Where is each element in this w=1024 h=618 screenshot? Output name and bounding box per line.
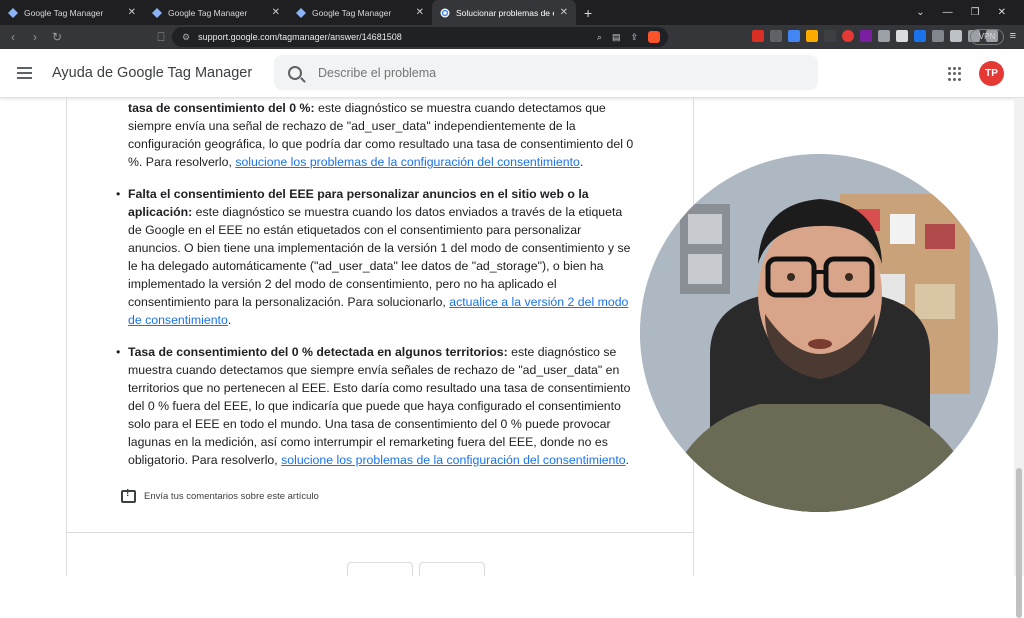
help-center-title[interactable]: Ayuda de Google Tag Manager	[52, 65, 252, 81]
close-icon[interactable]: ✕	[272, 7, 280, 18]
minimize-icon[interactable]: —	[943, 7, 953, 18]
extension-icon[interactable]	[842, 30, 854, 42]
tab-title: Google Tag Manager	[24, 7, 104, 18]
maximize-icon[interactable]: ❐	[971, 7, 980, 18]
tab-title: Solucionar problemas de etiqu	[456, 7, 554, 18]
window-controls: ⌄ — ❐ ✕	[916, 0, 1024, 25]
extension-icon[interactable]	[896, 30, 908, 42]
bookmark-icon[interactable]: ⎕	[150, 30, 172, 45]
yes-button[interactable]	[347, 562, 413, 576]
extension-icon[interactable]	[770, 30, 782, 42]
browser-tab-active[interactable]: Solucionar problemas de etiqu ✕	[432, 0, 576, 25]
punctuation: .	[227, 313, 232, 327]
article-container: tasa de consentimiento del 0 %: este dia…	[66, 98, 694, 576]
gtm-favicon-icon	[152, 7, 162, 18]
close-window-icon[interactable]: ✕	[998, 7, 1006, 18]
presenter-video-image	[640, 154, 998, 512]
scrollbar-thumb[interactable]	[1016, 468, 1022, 618]
browser-tab[interactable]: Google Tag Manager ✕	[288, 0, 432, 25]
new-tab-icon[interactable]: +	[584, 5, 592, 21]
feedback-label: Envía tus comentarios sobre este artícul…	[144, 491, 319, 502]
extension-icon[interactable]	[806, 30, 818, 42]
address-bar[interactable]: ⚙ support.google.com/tagmanager/answer/1…	[172, 27, 668, 47]
reload-icon[interactable]: ↻	[46, 30, 68, 44]
gtm-favicon-icon	[8, 7, 18, 18]
back-icon[interactable]: ‹	[2, 30, 24, 44]
avatar[interactable]: TP	[979, 61, 1004, 86]
extensions-bar	[752, 30, 998, 42]
extension-icon[interactable]	[824, 30, 836, 42]
feedback-link[interactable]: Envía tus comentarios sobre este artícul…	[121, 488, 319, 503]
search-input[interactable]	[318, 65, 718, 80]
extension-icon[interactable]	[752, 30, 764, 42]
gtm-favicon-icon	[296, 7, 306, 18]
google-favicon-icon	[440, 8, 450, 18]
list-item: Falta el consentimiento del EEE para per…	[116, 185, 637, 329]
site-settings-icon[interactable]: ⚙	[182, 32, 190, 43]
divider	[67, 532, 693, 533]
menu-dots-icon[interactable]: ≡	[1010, 30, 1016, 42]
diagnostic-text: este diagnóstico se muestra cuando los d…	[128, 205, 631, 309]
feedback-icon	[121, 488, 136, 503]
tab-title: Google Tag Manager	[312, 7, 392, 18]
diagnostic-text: este diagnóstico se muestra cuando detec…	[128, 345, 631, 467]
close-icon[interactable]: ✕	[416, 7, 424, 18]
puzzle-icon[interactable]	[950, 30, 962, 42]
brave-shield-icon[interactable]	[648, 31, 660, 43]
browser-tab[interactable]: Google Tag Manager ✕	[144, 0, 288, 25]
diagnostic-title: Tasa de consentimiento del 0 % detectada…	[128, 345, 508, 359]
tab-title: Google Tag Manager	[168, 7, 248, 18]
chevron-down-icon[interactable]: ⌄	[916, 7, 924, 18]
close-icon[interactable]: ✕	[560, 7, 568, 18]
extension-icon[interactable]	[878, 30, 890, 42]
search-box[interactable]	[274, 55, 818, 90]
browser-toolbar: ‹ › ↻ ⎕ ⚙ support.google.com/tagmanager/…	[0, 25, 1024, 49]
punctuation: .	[579, 155, 584, 169]
browser-tab-bar: Google Tag Manager ✕ Google Tag Manager …	[0, 0, 1024, 25]
extension-icon[interactable]	[860, 30, 872, 42]
share-icon[interactable]: ⇪	[630, 32, 638, 43]
punctuation: .	[625, 453, 630, 467]
article-body: tasa de consentimiento del 0 %: este dia…	[116, 98, 637, 483]
forward-icon[interactable]: ›	[24, 30, 46, 44]
webcam-overlay	[640, 154, 998, 512]
troubleshoot-consent-link[interactable]: solucione los problemas de la configurac…	[281, 453, 626, 467]
no-button[interactable]	[419, 562, 485, 576]
diagnostic-title: tasa de consentimiento del 0 %:	[128, 101, 315, 115]
extension-icon[interactable]	[932, 30, 944, 42]
troubleshoot-consent-link[interactable]: solucione los problemas de la configurac…	[235, 155, 580, 169]
help-header: Ayuda de Google Tag Manager	[0, 49, 1024, 98]
reader-icon[interactable]: ▤	[612, 32, 621, 43]
extension-icon[interactable]	[914, 30, 926, 42]
list-item: tasa de consentimiento del 0 %: este dia…	[117, 99, 637, 171]
scrollbar[interactable]	[1014, 98, 1024, 618]
browser-tab[interactable]: Google Tag Manager ✕	[0, 0, 144, 25]
vpn-button[interactable]: VPN	[970, 29, 1004, 45]
search-icon[interactable]	[288, 65, 302, 80]
url-text: support.google.com/tagmanager/answer/146…	[198, 32, 402, 42]
list-item: Tasa de consentimiento del 0 % detectada…	[116, 343, 637, 469]
extension-icon[interactable]	[788, 30, 800, 42]
close-icon[interactable]: ✕	[128, 7, 136, 18]
apps-grid-icon[interactable]	[948, 67, 962, 81]
menu-icon[interactable]	[17, 67, 32, 82]
zoom-icon[interactable]: ⌕	[597, 32, 602, 43]
